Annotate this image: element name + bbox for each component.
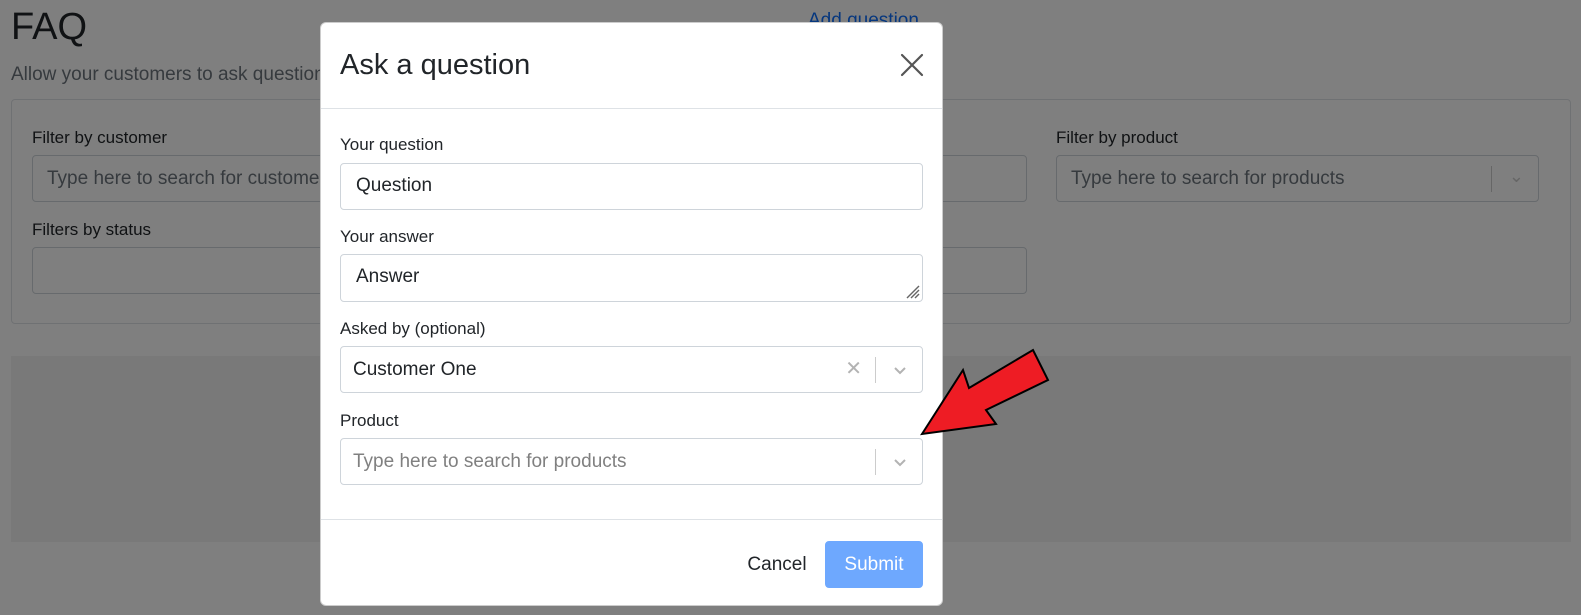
question-input[interactable]: Question (340, 163, 923, 210)
annotation-arrow-icon (920, 348, 1050, 436)
cancel-button[interactable]: Cancel (737, 542, 817, 588)
select-separator (875, 357, 876, 383)
submit-button[interactable]: Submit (825, 541, 923, 588)
close-icon (900, 53, 924, 77)
asked-by-select[interactable]: Customer One ✕ (340, 346, 923, 393)
answer-value: Answer (356, 266, 420, 287)
clear-icon[interactable]: ✕ (845, 356, 862, 381)
answer-textarea[interactable]: Answer (340, 254, 923, 302)
question-value: Question (356, 175, 433, 196)
asked-by-value: Customer One (353, 359, 477, 380)
question-label: Your question (340, 135, 444, 154)
select-separator (875, 449, 876, 475)
close-button[interactable] (898, 51, 926, 79)
resize-handle-icon[interactable] (904, 283, 920, 299)
modal-title: Ask a question (340, 49, 531, 81)
product-select[interactable]: Type here to search for products (340, 438, 923, 485)
ask-question-modal: Ask a question Your question Question Yo… (320, 22, 943, 606)
product-label: Product (340, 411, 399, 430)
product-placeholder: Type here to search for products (353, 451, 627, 472)
chevron-down-icon[interactable] (890, 453, 910, 473)
page: FAQ Add question Allow your customers to… (0, 0, 1581, 615)
answer-label: Your answer (340, 227, 434, 246)
chevron-down-icon[interactable] (890, 361, 910, 381)
modal-footer: Cancel Submit (321, 519, 942, 607)
asked-by-label: Asked by (optional) (340, 319, 486, 338)
modal-header: Ask a question (321, 23, 942, 109)
